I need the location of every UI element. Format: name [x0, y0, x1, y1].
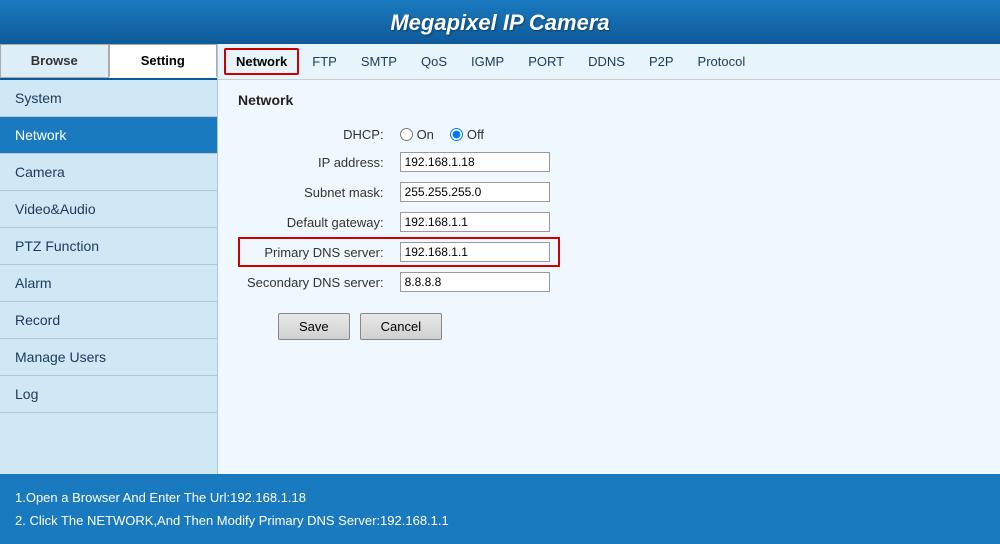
sidebar-item-camera[interactable]: Camera	[0, 154, 217, 191]
button-row: Save Cancel	[238, 313, 980, 340]
subnet-cell	[392, 177, 559, 207]
dhcp-on-label: On	[417, 127, 434, 142]
subnet-row: Subnet mask:	[239, 177, 559, 207]
sidebar-item-system[interactable]: System	[0, 80, 217, 117]
cancel-button[interactable]: Cancel	[360, 313, 442, 340]
ip-row: IP address:	[239, 147, 559, 177]
subnet-label: Subnet mask:	[239, 177, 392, 207]
sidebar-item-ptz-function[interactable]: PTZ Function	[0, 228, 217, 265]
gateway-input[interactable]	[400, 212, 550, 232]
footer: 1.Open a Browser And Enter The Url:192.1…	[0, 474, 1000, 544]
tab-ftp[interactable]: FTP	[301, 49, 348, 74]
sidebar-item-network[interactable]: Network	[0, 117, 217, 154]
network-form: DHCP: On Off	[238, 122, 560, 297]
dhcp-label: DHCP:	[239, 122, 392, 147]
gateway-cell	[392, 207, 559, 238]
dhcp-options: On Off	[392, 122, 559, 147]
dhcp-off-option[interactable]: Off	[450, 127, 484, 142]
subnet-input[interactable]	[400, 182, 550, 202]
tab-port[interactable]: PORT	[517, 49, 575, 74]
sidebar-tabs: Browse Setting	[0, 44, 217, 80]
dhcp-row: DHCP: On Off	[239, 122, 559, 147]
sidebar-item-record[interactable]: Record	[0, 302, 217, 339]
tab-p2p[interactable]: P2P	[638, 49, 685, 74]
setting-tab[interactable]: Setting	[109, 44, 218, 78]
gateway-label: Default gateway:	[239, 207, 392, 238]
dhcp-on-radio[interactable]	[400, 128, 413, 141]
primary-dns-input[interactable]	[400, 242, 550, 262]
tab-igmp[interactable]: IGMP	[460, 49, 515, 74]
ip-input[interactable]	[400, 152, 550, 172]
dhcp-off-radio[interactable]	[450, 128, 463, 141]
dhcp-off-label: Off	[467, 127, 484, 142]
save-button[interactable]: Save	[278, 313, 350, 340]
tab-smtp[interactable]: SMTP	[350, 49, 408, 74]
sidebar: Browse Setting System Network Camera Vid…	[0, 44, 218, 474]
primary-dns-row: Primary DNS server:	[239, 238, 559, 266]
ip-label: IP address:	[239, 147, 392, 177]
content-area: Network FTP SMTP QoS IGMP PORT DDNS P2P …	[218, 44, 1000, 474]
secondary-dns-cell	[392, 266, 559, 297]
secondary-dns-input[interactable]	[400, 272, 550, 292]
tab-protocol[interactable]: Protocol	[687, 49, 757, 74]
app-title: Megapixel IP Camera	[390, 10, 609, 35]
tab-network[interactable]: Network	[224, 48, 299, 75]
gateway-row: Default gateway:	[239, 207, 559, 238]
primary-dns-label: Primary DNS server:	[239, 238, 392, 266]
browse-tab[interactable]: Browse	[0, 44, 109, 78]
tab-ddns[interactable]: DDNS	[577, 49, 636, 74]
section-title: Network	[238, 92, 980, 108]
sub-navigation: Network FTP SMTP QoS IGMP PORT DDNS P2P …	[218, 44, 1000, 80]
secondary-dns-label: Secondary DNS server:	[239, 266, 392, 297]
sidebar-item-manage-users[interactable]: Manage Users	[0, 339, 217, 376]
main-container: Browse Setting System Network Camera Vid…	[0, 44, 1000, 474]
footer-line1: 1.Open a Browser And Enter The Url:192.1…	[15, 486, 985, 509]
ip-cell	[392, 147, 559, 177]
sidebar-item-alarm[interactable]: Alarm	[0, 265, 217, 302]
secondary-dns-row: Secondary DNS server:	[239, 266, 559, 297]
tab-qos[interactable]: QoS	[410, 49, 458, 74]
sidebar-item-log[interactable]: Log	[0, 376, 217, 413]
header: Megapixel IP Camera	[0, 0, 1000, 44]
dhcp-on-option[interactable]: On	[400, 127, 434, 142]
primary-dns-cell	[392, 238, 559, 266]
sidebar-item-video-audio[interactable]: Video&Audio	[0, 191, 217, 228]
footer-line2: 2. Click The NETWORK,And Then Modify Pri…	[15, 509, 985, 532]
content-body: Network DHCP: On Off	[218, 80, 1000, 474]
